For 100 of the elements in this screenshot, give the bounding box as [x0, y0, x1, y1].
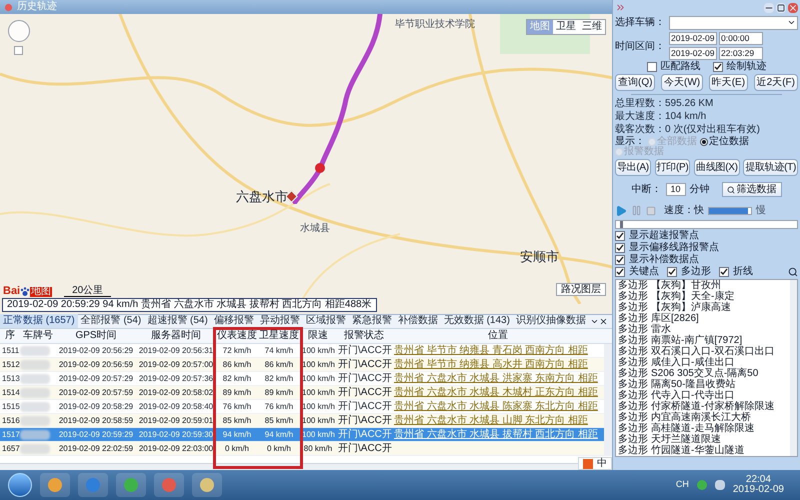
close-icon[interactable]: [599, 317, 608, 326]
location-link[interactable]: 贵州省 毕节市 纳雍县 高水井 西南方向 相距: [392, 360, 604, 370]
location-link[interactable]: 贵州省 六盘水市 水城县 陈家寨 东北方向 相距: [392, 402, 604, 412]
area-name[interactable]: 【灰狗】天全-康定: [651, 292, 734, 302]
query-button[interactable]: 近2天(F): [754, 74, 798, 91]
search-icon[interactable]: [788, 267, 798, 277]
checkbox[interactable]: [646, 62, 656, 72]
location-link[interactable]: 贵州省 六盘水市 水城县 洪家寨 东南方向 相距: [392, 374, 604, 384]
area-name[interactable]: 【灰狗】泸康高速: [651, 302, 731, 312]
maximize-icon[interactable]: [776, 2, 786, 12]
data-tab[interactable]: 补偿数据: [394, 314, 441, 328]
action-button[interactable]: 打印(P): [654, 159, 690, 176]
action-button[interactable]: 提取轨迹(T): [743, 159, 798, 176]
area-name[interactable]: 付家桥隧道-付家桥解除限速: [651, 402, 774, 412]
date-field[interactable]: 2019-02-09: [669, 32, 717, 45]
map-type-tab[interactable]: 卫星: [553, 20, 579, 34]
table-row[interactable]: 1514 2019-02-09 20:57:59 2019-02-09 20:58:02 89 km/h 89 km/h 100 km/h 开门\ACC开 贵州省 六盘水市 水城县 木城村 正东方向 相距: [0, 386, 604, 400]
checkbox[interactable]: [667, 267, 677, 277]
play-icon[interactable]: [615, 204, 627, 216]
dropdown-icon[interactable]: [590, 317, 599, 326]
query-button[interactable]: 昨天(E): [708, 74, 748, 91]
location-link[interactable]: 贵州省 六盘水市 水城县 木城村 正东方向 相距: [392, 388, 604, 398]
checkbox[interactable]: [615, 231, 625, 241]
map-type-tab[interactable]: 三维: [579, 20, 605, 34]
checkbox-label: 显示补偿数据点: [629, 255, 699, 265]
query-button[interactable]: 今天(W): [661, 74, 704, 91]
column-header[interactable]: 报警状态: [336, 331, 392, 341]
language-indicator[interactable]: CH: [676, 478, 689, 492]
map-pan-control[interactable]: [8, 20, 30, 42]
checkbox[interactable]: [719, 267, 729, 277]
area-name[interactable]: 南票站-南广镇[7972]: [651, 336, 742, 346]
area-name[interactable]: 双石溪口入口-双石溪口出口: [651, 346, 774, 356]
data-tab[interactable]: 偏移报警: [210, 314, 257, 328]
data-tab[interactable]: 紧急报警: [348, 314, 395, 328]
table-row[interactable]: 1511 2019-02-09 20:56:29 2019-02-09 20:56:31 72 km/h 74 km/h 100 km/h 开门\ACC开 贵州省 毕节市 纳雍县 青石岗 西南方向 相距: [0, 344, 604, 358]
data-tab[interactable]: 全部报警 (54): [78, 314, 144, 328]
speed-slider[interactable]: [708, 206, 752, 214]
column-header[interactable]: 位置: [392, 331, 604, 341]
area-type: 多边形: [618, 346, 648, 356]
horizontal-scrollbar[interactable]: [0, 463, 578, 470]
area-name[interactable]: 天圩兰隧道限速: [651, 434, 721, 444]
tray-icon[interactable]: [696, 480, 707, 490]
data-tab[interactable]: 超速报警 (54): [144, 314, 211, 328]
radio-label: 定位数据: [709, 137, 749, 147]
area-name[interactable]: 高桂隧道-走马解除限速: [651, 424, 754, 434]
column-header[interactable]: 仪表速度: [216, 331, 258, 341]
zoom-in-icon[interactable]: [14, 46, 23, 55]
area-name[interactable]: 竹园隧道-华蓥山隧道: [651, 446, 744, 456]
radio-button[interactable]: [700, 138, 708, 146]
checkbox[interactable]: [615, 255, 625, 265]
table-row[interactable]: 1515 2019-02-09 20:58:29 2019-02-09 20:58:40 76 km/h 76 km/h 100 km/h 开门\ACC开 贵州省 六盘水市 水城县 陈家寨 东北方向 相距: [0, 400, 604, 414]
progress-thumb[interactable]: [620, 221, 623, 228]
start-button[interactable]: [8, 473, 32, 497]
checkbox[interactable]: [615, 267, 625, 277]
data-tab[interactable]: 区域报警: [302, 314, 349, 328]
interval-field[interactable]: 10: [666, 183, 686, 196]
time-field[interactable]: 0:00:00: [719, 32, 763, 45]
clock-time[interactable]: 22:04: [746, 475, 771, 485]
taskbar-app-icon[interactable]: [192, 473, 222, 497]
clock-date[interactable]: 2019-02-09: [732, 485, 784, 495]
data-tab[interactable]: 正常数据 (1657): [0, 314, 78, 328]
table-row[interactable]: 1516 2019-02-09 20:58:59 2019-02-09 20:59:01 85 km/h 85 km/h 100 km/h 开门\ACC开 贵州省 六盘水市 水城县 山脚 东北方向 相距: [0, 414, 604, 428]
data-tab[interactable]: 异动报警: [256, 314, 303, 328]
checkbox[interactable]: [712, 62, 722, 72]
area-name[interactable]: 内宜高速南溪长江大桥: [651, 412, 751, 422]
column-header[interactable]: GPS时间: [56, 331, 136, 341]
column-header[interactable]: 服务器时间: [136, 331, 216, 341]
vertical-scrollbar[interactable]: [604, 344, 612, 456]
action-button[interactable]: 导出(A): [615, 159, 651, 176]
checkbox[interactable]: [615, 243, 625, 253]
filter-data-button[interactable]: 筛选数据: [722, 182, 782, 197]
action-button[interactable]: 曲线图(X): [694, 159, 740, 176]
vertical-scrollbar[interactable]: [790, 280, 797, 456]
map-view[interactable]: 六盘水市 安顺市 水城县 毕节职业技术学院 地图 卫星 三维 Bai 地图 20公里 路况图层 2019-02-09 20:59:29 94 km/h 贵州省 六盘水市 水城县 拔帮村 西北方向 相距488米: [0, 14, 612, 314]
traffic-layer-button[interactable]: 路况图层: [556, 283, 606, 296]
data-tab[interactable]: 无效数据 (143): [440, 314, 513, 328]
radio-label: 报警数据: [624, 147, 664, 157]
query-button[interactable]: 查询(Q): [615, 74, 656, 91]
data-tab[interactable]: 识别仪抽像数据: [512, 314, 589, 328]
area-name[interactable]: 【灰狗】甘孜州: [651, 280, 721, 290]
taskbar-app-icon[interactable]: [40, 473, 70, 497]
area-name[interactable]: 咸佳入口-咸佳出口: [651, 358, 734, 368]
column-header[interactable]: 限速: [300, 331, 336, 341]
area-name[interactable]: 库区[2826]: [651, 314, 699, 324]
collapse-icon[interactable]: [615, 2, 626, 13]
area-name[interactable]: 雷水: [651, 324, 671, 334]
table-row[interactable]: 1657 2019-02-09 22:02:59 2019-02-09 22:03:00 0 km/h 0 km/h 80 km/h 开门\ACC开: [0, 442, 604, 456]
column-header[interactable]: 车牌号: [20, 331, 56, 341]
table-row[interactable]: 1513 2019-02-09 20:57:29 2019-02-09 20:57:36 82 km/h 82 km/h 100 km/h 开门\ACC开 贵州省 六盘水市 水城县 洪家寨 东南方向 相距: [0, 372, 604, 386]
area-name[interactable]: 代寺入口-代寺出口: [651, 390, 734, 400]
area-name[interactable]: 隔离50-隆昌收费站: [651, 380, 736, 390]
column-header[interactable]: 序: [0, 331, 20, 341]
table-row[interactable]: 1512 2019-02-09 20:56:59 2019-02-09 20:57:00 86 km/h 86 km/h 100 km/h 开门\ACC开 贵州省 毕节市 纳雍县 高水井 西南方向 相距: [0, 358, 604, 372]
location-link[interactable]: 贵州省 六盘水市 水城县 山脚 东北方向 相距: [392, 416, 604, 426]
date-field[interactable]: 2019-02-09: [669, 47, 717, 60]
minimize-icon[interactable]: [764, 2, 774, 12]
location-link[interactable]: 贵州省 毕节市 纳雍县 青石岗 西南方向 相距: [392, 346, 604, 356]
column-header[interactable]: 卫星速度: [258, 331, 300, 341]
area-name[interactable]: S206 305交叉点-隔离50: [651, 368, 758, 378]
time-field[interactable]: 22:03:29: [719, 47, 763, 60]
